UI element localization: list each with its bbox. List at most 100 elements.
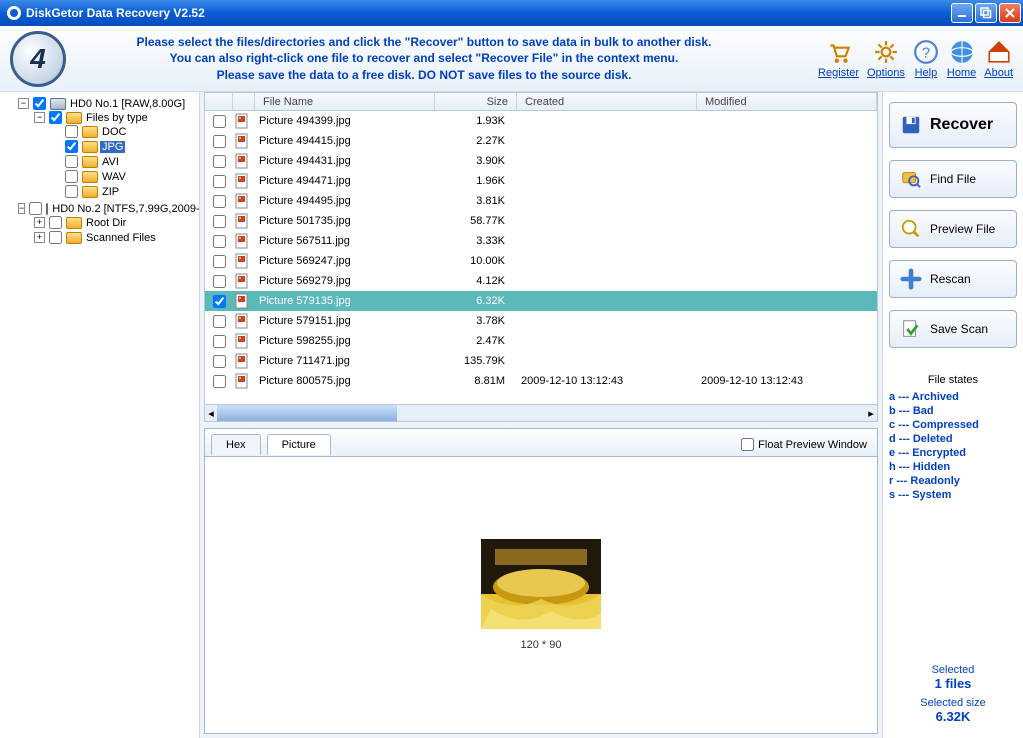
horizontal-scrollbar[interactable]: ◂ ▸ <box>204 405 878 422</box>
tab-picture[interactable]: Picture <box>267 434 331 455</box>
col-header-name[interactable]: File Name <box>255 93 435 110</box>
file-row[interactable]: Picture 494431.jpg3.90K <box>205 151 877 171</box>
tree-checkbox[interactable] <box>65 140 78 153</box>
instruction-line: Please save the data to a free disk. DO … <box>84 67 764 83</box>
tree-checkbox[interactable] <box>49 216 62 229</box>
file-cell-size: 3.78K <box>431 315 513 327</box>
tree-checkbox[interactable] <box>65 155 78 168</box>
collapse-icon[interactable]: − <box>18 203 25 214</box>
help-link[interactable]: ? Help <box>913 39 939 79</box>
link-label: Register <box>818 67 859 79</box>
file-checkbox[interactable] <box>213 295 226 308</box>
minimize-button[interactable] <box>951 3 973 23</box>
float-preview-checkbox[interactable] <box>741 438 754 451</box>
file-checkbox[interactable] <box>213 335 226 348</box>
tree-label[interactable]: Root Dir <box>84 217 128 229</box>
file-row[interactable]: Picture 579151.jpg3.78K <box>205 311 877 331</box>
file-row[interactable]: Picture 598255.jpg2.47K <box>205 331 877 351</box>
expand-icon[interactable]: + <box>34 217 45 228</box>
file-cell-name: Picture 494415.jpg <box>251 135 431 147</box>
tree-node[interactable]: − HD0 No.2 [NTFS,7.99G,2009-12-10] <box>18 202 197 215</box>
rescan-button[interactable]: Rescan <box>889 260 1017 298</box>
tree-checkbox[interactable] <box>29 202 42 215</box>
file-row[interactable]: Picture 800575.jpg8.81M2009-12-10 13:12:… <box>205 371 877 391</box>
tree-label[interactable]: WAV <box>100 171 128 183</box>
folder-icon <box>66 217 82 229</box>
col-header-size[interactable]: Size <box>435 93 517 110</box>
collapse-icon[interactable]: − <box>18 98 29 109</box>
file-checkbox[interactable] <box>213 195 226 208</box>
jpg-icon <box>233 192 251 210</box>
file-row[interactable]: Picture 711471.jpg135.79K <box>205 351 877 371</box>
tree-node[interactable]: JPG <box>50 140 197 153</box>
toolbar: 4 Please select the files/directories an… <box>0 26 1023 92</box>
file-row[interactable]: Picture 494471.jpg1.96K <box>205 171 877 191</box>
tree-checkbox[interactable] <box>49 111 62 124</box>
col-header-created[interactable]: Created <box>517 93 697 110</box>
tree-node[interactable]: + Scanned Files <box>34 231 197 244</box>
file-row[interactable]: Picture 569279.jpg4.12K <box>205 271 877 291</box>
preview-file-button[interactable]: Preview File <box>889 210 1017 248</box>
file-row[interactable]: Picture 494415.jpg2.27K <box>205 131 877 151</box>
file-list-header[interactable]: File Name Size Created Modified <box>204 92 878 111</box>
find-file-button[interactable]: Find File <box>889 160 1017 198</box>
file-checkbox[interactable] <box>213 375 226 388</box>
options-link[interactable]: Options <box>867 39 905 79</box>
file-checkbox[interactable] <box>213 215 226 228</box>
file-checkbox[interactable] <box>213 235 226 248</box>
file-list[interactable]: File Name Size Created Modified Picture … <box>204 92 878 422</box>
file-row[interactable]: Picture 501735.jpg58.77K <box>205 211 877 231</box>
tree-checkbox[interactable] <box>49 231 62 244</box>
file-row[interactable]: Picture 567511.jpg3.33K <box>205 231 877 251</box>
file-cell-size: 1.93K <box>431 115 513 127</box>
home-link[interactable]: Home <box>947 39 976 79</box>
recover-button[interactable]: Recover <box>889 102 1017 148</box>
tree-checkbox[interactable] <box>65 125 78 138</box>
tree-label[interactable]: JPG <box>100 141 125 153</box>
float-preview-label: Float Preview Window <box>758 439 867 451</box>
search-icon <box>900 168 922 190</box>
tree-node[interactable]: − Files by type <box>34 111 197 124</box>
file-row[interactable]: Picture 494399.jpg1.93K <box>205 111 877 131</box>
tab-hex[interactable]: Hex <box>211 434 261 455</box>
col-header-modified[interactable]: Modified <box>697 93 877 110</box>
tree-label[interactable]: HD0 No.2 [NTFS,7.99G,2009-12-10] <box>50 203 200 215</box>
tree-label[interactable]: ZIP <box>100 186 121 198</box>
collapse-icon[interactable]: − <box>34 112 45 123</box>
close-button[interactable] <box>999 3 1021 23</box>
file-checkbox[interactable] <box>213 275 226 288</box>
file-checkbox[interactable] <box>213 355 226 368</box>
register-link[interactable]: Register <box>818 39 859 79</box>
cart-icon <box>826 39 852 65</box>
tree-label[interactable]: AVI <box>100 156 121 168</box>
tree-checkbox[interactable] <box>65 185 78 198</box>
file-row[interactable]: Picture 569247.jpg10.00K <box>205 251 877 271</box>
file-state-row: d --- Deleted <box>889 432 1017 446</box>
tree-label[interactable]: Scanned Files <box>84 232 158 244</box>
tree-label[interactable]: Files by type <box>84 112 150 124</box>
tree-node[interactable]: DOC <box>50 125 197 138</box>
save-scan-button[interactable]: Save Scan <box>889 310 1017 348</box>
file-cell-size: 8.81M <box>431 375 513 387</box>
file-checkbox[interactable] <box>213 315 226 328</box>
tree-node[interactable]: − HD0 No.1 [RAW,8.00G] <box>18 97 197 110</box>
file-checkbox[interactable] <box>213 255 226 268</box>
tree-node[interactable]: AVI <box>50 155 197 168</box>
tree-label[interactable]: DOC <box>100 126 128 138</box>
about-link[interactable]: About <box>984 39 1013 79</box>
file-row[interactable]: Picture 494495.jpg3.81K <box>205 191 877 211</box>
maximize-button[interactable] <box>975 3 997 23</box>
file-row[interactable]: Picture 579135.jpg6.32K <box>205 291 877 311</box>
tree-node[interactable]: + Root Dir <box>34 216 197 229</box>
expand-icon[interactable]: + <box>34 232 45 243</box>
file-checkbox[interactable] <box>213 115 226 128</box>
tree-label[interactable]: HD0 No.1 [RAW,8.00G] <box>68 98 187 110</box>
tree-panel[interactable]: − HD0 No.1 [RAW,8.00G] − Files by type DOC JP… <box>0 92 200 738</box>
tree-checkbox[interactable] <box>33 97 46 110</box>
tree-node[interactable]: WAV <box>50 170 197 183</box>
tree-checkbox[interactable] <box>65 170 78 183</box>
file-checkbox[interactable] <box>213 155 226 168</box>
tree-node[interactable]: ZIP <box>50 185 197 198</box>
file-checkbox[interactable] <box>213 135 226 148</box>
file-checkbox[interactable] <box>213 175 226 188</box>
